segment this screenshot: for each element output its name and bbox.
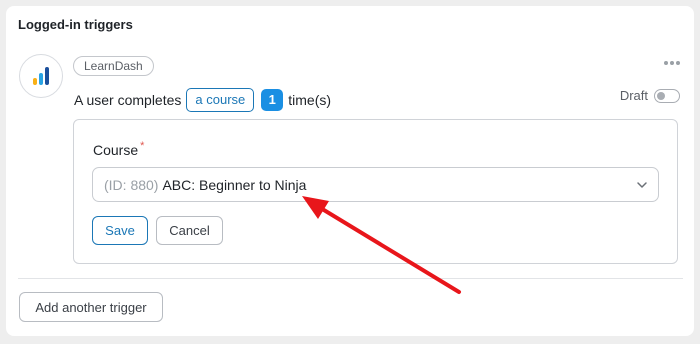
toggle-knob — [657, 91, 665, 100]
sentence-prefix: A user completes — [74, 92, 182, 108]
course-field-label: Course * — [93, 140, 145, 158]
save-button[interactable]: Save — [92, 216, 148, 245]
triggers-panel: Logged-in triggers LearnDash A user comp… — [6, 6, 694, 336]
course-select[interactable]: (ID: 880) ABC: Beginner to Ninja — [92, 167, 659, 202]
trigger-sentence: A user completes a course 1 time(s) — [74, 88, 331, 112]
required-marker: * — [140, 140, 145, 152]
times-token[interactable]: 1 — [261, 89, 284, 111]
draft-label: Draft — [619, 88, 648, 103]
more-options-icon[interactable] — [664, 61, 680, 65]
add-another-trigger-button[interactable]: Add another trigger — [19, 292, 163, 322]
integration-name-pill: LearnDash — [73, 56, 154, 76]
sentence-suffix: time(s) — [288, 92, 332, 108]
course-token[interactable]: a course — [186, 88, 255, 112]
course-label-text: Course — [93, 142, 139, 158]
cancel-button[interactable]: Cancel — [156, 216, 223, 245]
course-select-value: ABC: Beginner to Ninja — [162, 176, 307, 193]
learndash-bars-icon — [19, 54, 63, 98]
chevron-down-icon — [637, 182, 647, 188]
draft-status: Draft — [620, 88, 680, 103]
divider — [18, 278, 683, 279]
trigger-fields-box: Course * (ID: 880) ABC: Beginner to Ninja… — [73, 119, 678, 264]
course-id-prefix: (ID: 880) — [104, 176, 159, 193]
draft-toggle[interactable] — [654, 88, 680, 103]
panel-title: Logged-in triggers — [18, 17, 133, 32]
